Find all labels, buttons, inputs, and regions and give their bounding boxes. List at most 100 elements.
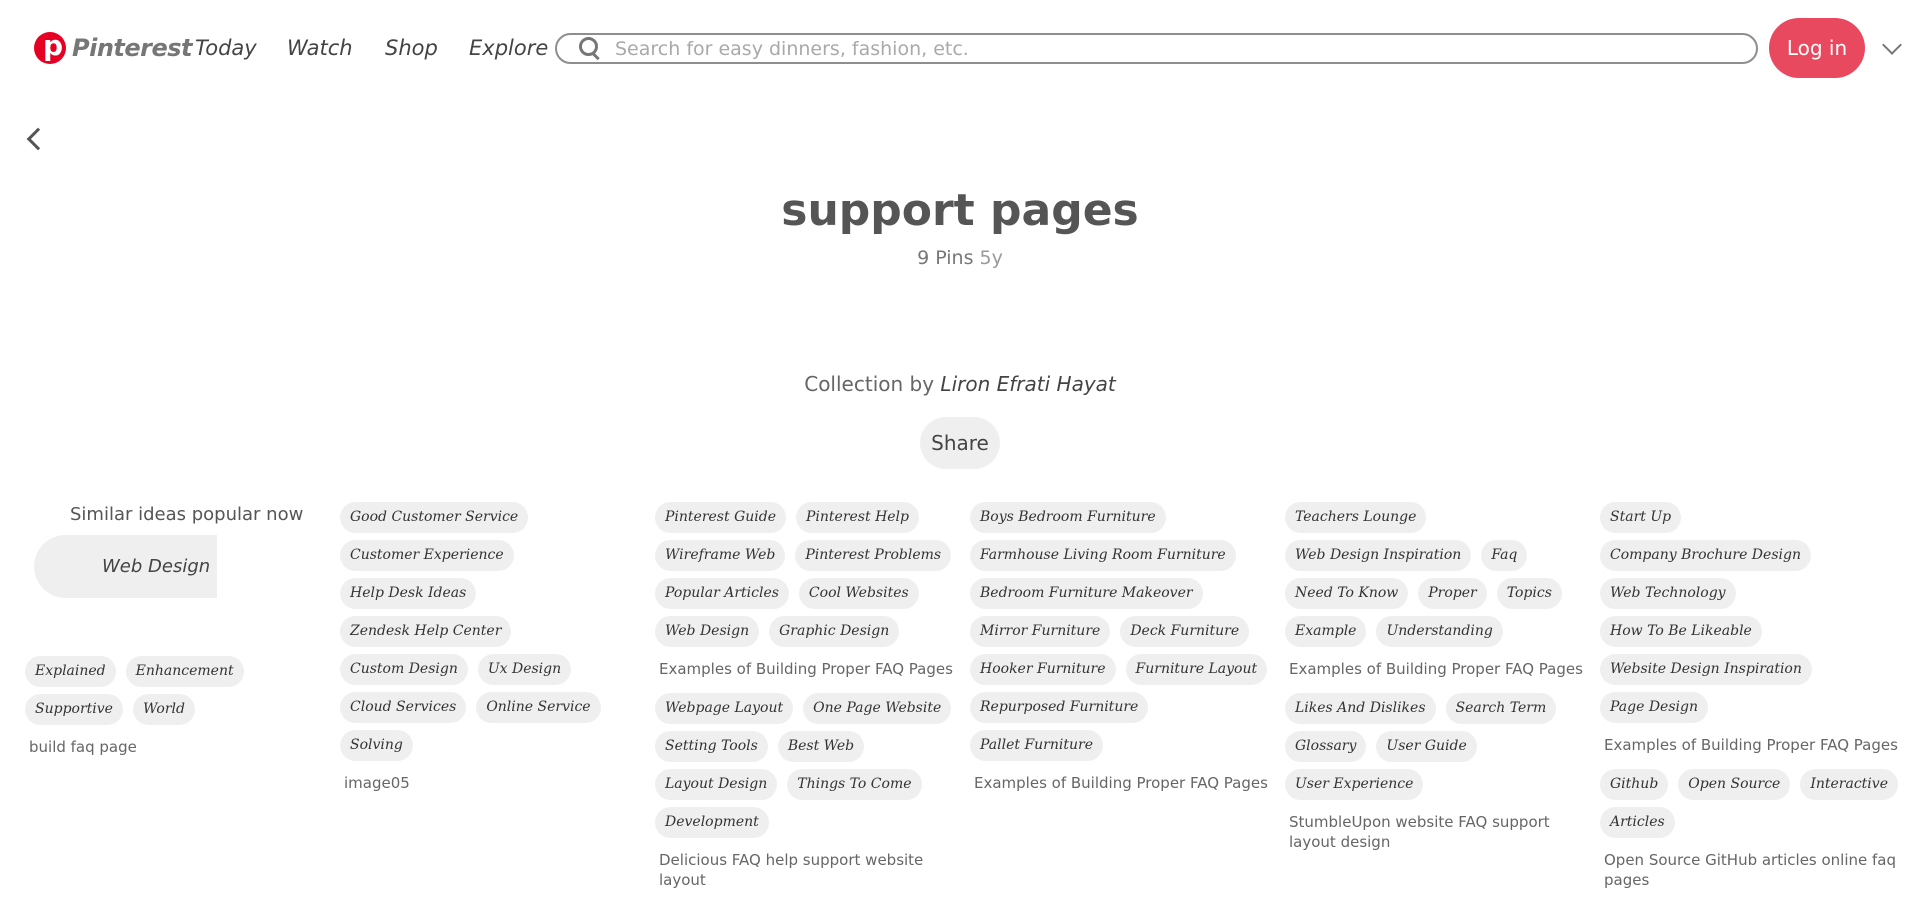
nav-explore[interactable]: Explore [469, 36, 548, 60]
share-button[interactable]: Share [920, 417, 1000, 469]
tag-pill[interactable]: Things To Come [787, 769, 922, 800]
pin-caption[interactable]: Examples of Building Proper FAQ Pages [1289, 659, 1585, 679]
tag-pill[interactable]: Example [1285, 616, 1367, 647]
header: Pinterest Today Watch Shop Explore Log i… [0, 0, 1920, 100]
tag-pill[interactable]: Supportive [25, 694, 123, 725]
tag-pill[interactable]: Web Design Inspiration [1285, 540, 1472, 571]
pin-column: Pinterest Guide Pinterest Help Wireframe W… [655, 502, 955, 904]
tag-pill[interactable]: Explained [25, 656, 116, 687]
tag-pill[interactable]: Farmhouse Living Room Furniture [970, 540, 1236, 571]
tag-pill[interactable]: Ux Design [477, 654, 572, 685]
chevron-down-icon[interactable] [1882, 35, 1902, 55]
tag-pill[interactable]: Web Design [655, 616, 760, 647]
nav-today[interactable]: Today [195, 36, 257, 60]
tag-pill[interactable]: Wireframe Web [655, 540, 786, 571]
search-bar[interactable] [555, 33, 1758, 64]
tag-pill[interactable]: Development [655, 807, 769, 838]
tag-pill[interactable]: How To Be Likeable [1600, 616, 1762, 647]
collection-credit: Collection by Liron Efrati Hayat [0, 372, 1920, 396]
tag-pill[interactable]: Solving [340, 730, 413, 761]
tag-pill[interactable]: Search Term [1445, 693, 1557, 724]
board-meta: 9 Pins 5y [0, 247, 1920, 269]
pin-caption[interactable]: StumbleUpon website FAQ support layout d… [1289, 812, 1585, 852]
pin-caption[interactable]: Examples of Building Proper FAQ Pages [974, 773, 1270, 793]
tag-pill[interactable]: Pinterest Help [796, 502, 919, 533]
pin-caption[interactable]: Examples of Building Proper FAQ Pages [1604, 735, 1900, 755]
pin-caption[interactable]: Examples of Building Proper FAQ Pages [659, 659, 955, 679]
tag-pill[interactable]: Popular Articles [655, 578, 789, 609]
tag-pill[interactable]: Pinterest Guide [655, 502, 786, 533]
tag-pill[interactable]: Understanding [1376, 616, 1503, 647]
tag-pill[interactable]: Furniture Layout [1125, 654, 1268, 685]
tag-pill[interactable]: Zendesk Help Center [340, 616, 512, 647]
pin-caption[interactable]: image05 [344, 773, 640, 793]
tag-pill[interactable]: Github [1600, 769, 1669, 800]
tag-pill[interactable]: Topics [1496, 578, 1562, 609]
tag-pill[interactable]: Company Brochure Design [1600, 540, 1811, 571]
tag-pill[interactable]: Online Service [476, 692, 601, 723]
tag-pill[interactable]: Cloud Services [340, 692, 467, 723]
tag-pill[interactable]: User Guide [1376, 731, 1477, 762]
back-arrow-icon[interactable] [26, 127, 50, 151]
tag-pill[interactable]: Hooker Furniture [970, 654, 1116, 685]
tag-list: Likes And Dislikes Search Term Glossary Use… [1285, 693, 1585, 800]
tag-pill[interactable]: Good Customer Service [340, 502, 529, 533]
tag-pill[interactable]: Repurposed Furniture [970, 692, 1149, 723]
tag-pill[interactable]: Website Design Inspiration [1600, 654, 1812, 685]
tag-pill[interactable]: Boys Bedroom Furniture [970, 502, 1166, 533]
tag-pill[interactable]: Mirror Furniture [970, 616, 1111, 647]
login-button[interactable]: Log in [1769, 18, 1865, 78]
tag-pill[interactable]: Cool Websites [798, 578, 919, 609]
tag-pill[interactable]: Best Web [777, 731, 865, 762]
similar-idea-web-design[interactable]: Web Design [34, 535, 217, 598]
tag-list: Teachers Lounge Web Design Inspiration Faq… [1285, 502, 1585, 647]
tag-pill[interactable]: Interactive [1800, 769, 1898, 800]
pin-caption[interactable]: Open Source GitHub articles online faq p… [1604, 850, 1900, 890]
tag-pill[interactable]: Setting Tools [655, 731, 768, 762]
tag-pill[interactable]: Open Source [1678, 769, 1791, 800]
tag-pill[interactable]: Need To Know [1285, 578, 1409, 609]
nav-shop[interactable]: Shop [385, 36, 438, 60]
tag-list: Good Customer Service Customer Experience… [340, 502, 640, 761]
tag-pill[interactable]: Graphic Design [769, 616, 900, 647]
tag-pill[interactable]: Web Technology [1600, 578, 1736, 609]
tag-pill[interactable]: Start Up [1600, 502, 1682, 533]
tag-pill[interactable]: Webpage Layout [655, 693, 794, 724]
tag-pill[interactable]: Teachers Lounge [1285, 502, 1427, 533]
search-icon [577, 35, 605, 63]
tag-pill[interactable]: Page Design [1600, 692, 1708, 723]
tag-pill[interactable]: Custom Design [340, 654, 468, 685]
tag-pill[interactable]: Customer Experience [340, 540, 514, 571]
tag-pill[interactable]: User Experience [1285, 769, 1424, 800]
tag-list: Boys Bedroom Furniture Farmhouse Living R… [970, 502, 1270, 761]
tag-pill[interactable]: Proper [1418, 578, 1487, 609]
search-input[interactable] [615, 37, 1715, 60]
brand-name: Pinterest [72, 34, 193, 62]
tag-pill[interactable]: Help Desk Ideas [340, 578, 477, 609]
tag-list: Github Open Source Interactive Articles [1600, 769, 1900, 838]
pin-count: 9 Pins [917, 247, 974, 269]
tag-pill[interactable]: Deck Furniture [1120, 616, 1250, 647]
similar-ideas-title: Similar ideas popular now [70, 504, 304, 525]
board-age: 5y [979, 247, 1003, 269]
pinterest-logo-icon [34, 29, 66, 64]
collection-prefix: Collection by [804, 372, 935, 396]
tag-pill[interactable]: Pinterest Problems [795, 540, 952, 571]
tag-pill[interactable]: Enhancement [125, 656, 244, 687]
pin-caption[interactable]: Delicious FAQ help support website layou… [659, 850, 955, 890]
tag-pill[interactable]: Faq [1481, 540, 1528, 571]
tag-pill[interactable]: Articles [1600, 807, 1675, 838]
nav-watch[interactable]: Watch [287, 36, 353, 60]
pin-column: Teachers Lounge Web Design Inspiration Faq… [1285, 502, 1585, 866]
pinterest-logo[interactable]: Pinterest [34, 29, 193, 64]
tag-pill[interactable]: One Page Website [803, 693, 952, 724]
tag-pill[interactable]: Layout Design [655, 769, 778, 800]
tag-pill[interactable]: World [132, 694, 195, 725]
tag-pill[interactable]: Bedroom Furniture Makeover [970, 578, 1203, 609]
tag-pill[interactable]: Likes And Dislikes [1285, 693, 1436, 724]
author-link[interactable]: Liron Efrati Hayat [940, 372, 1115, 396]
tag-pill[interactable]: Pallet Furniture [970, 730, 1103, 761]
tag-pill[interactable]: Glossary [1285, 731, 1367, 762]
pin-column: Explained Enhancement Supportive World build… [25, 656, 325, 771]
pin-caption[interactable]: build faq page [29, 737, 325, 757]
